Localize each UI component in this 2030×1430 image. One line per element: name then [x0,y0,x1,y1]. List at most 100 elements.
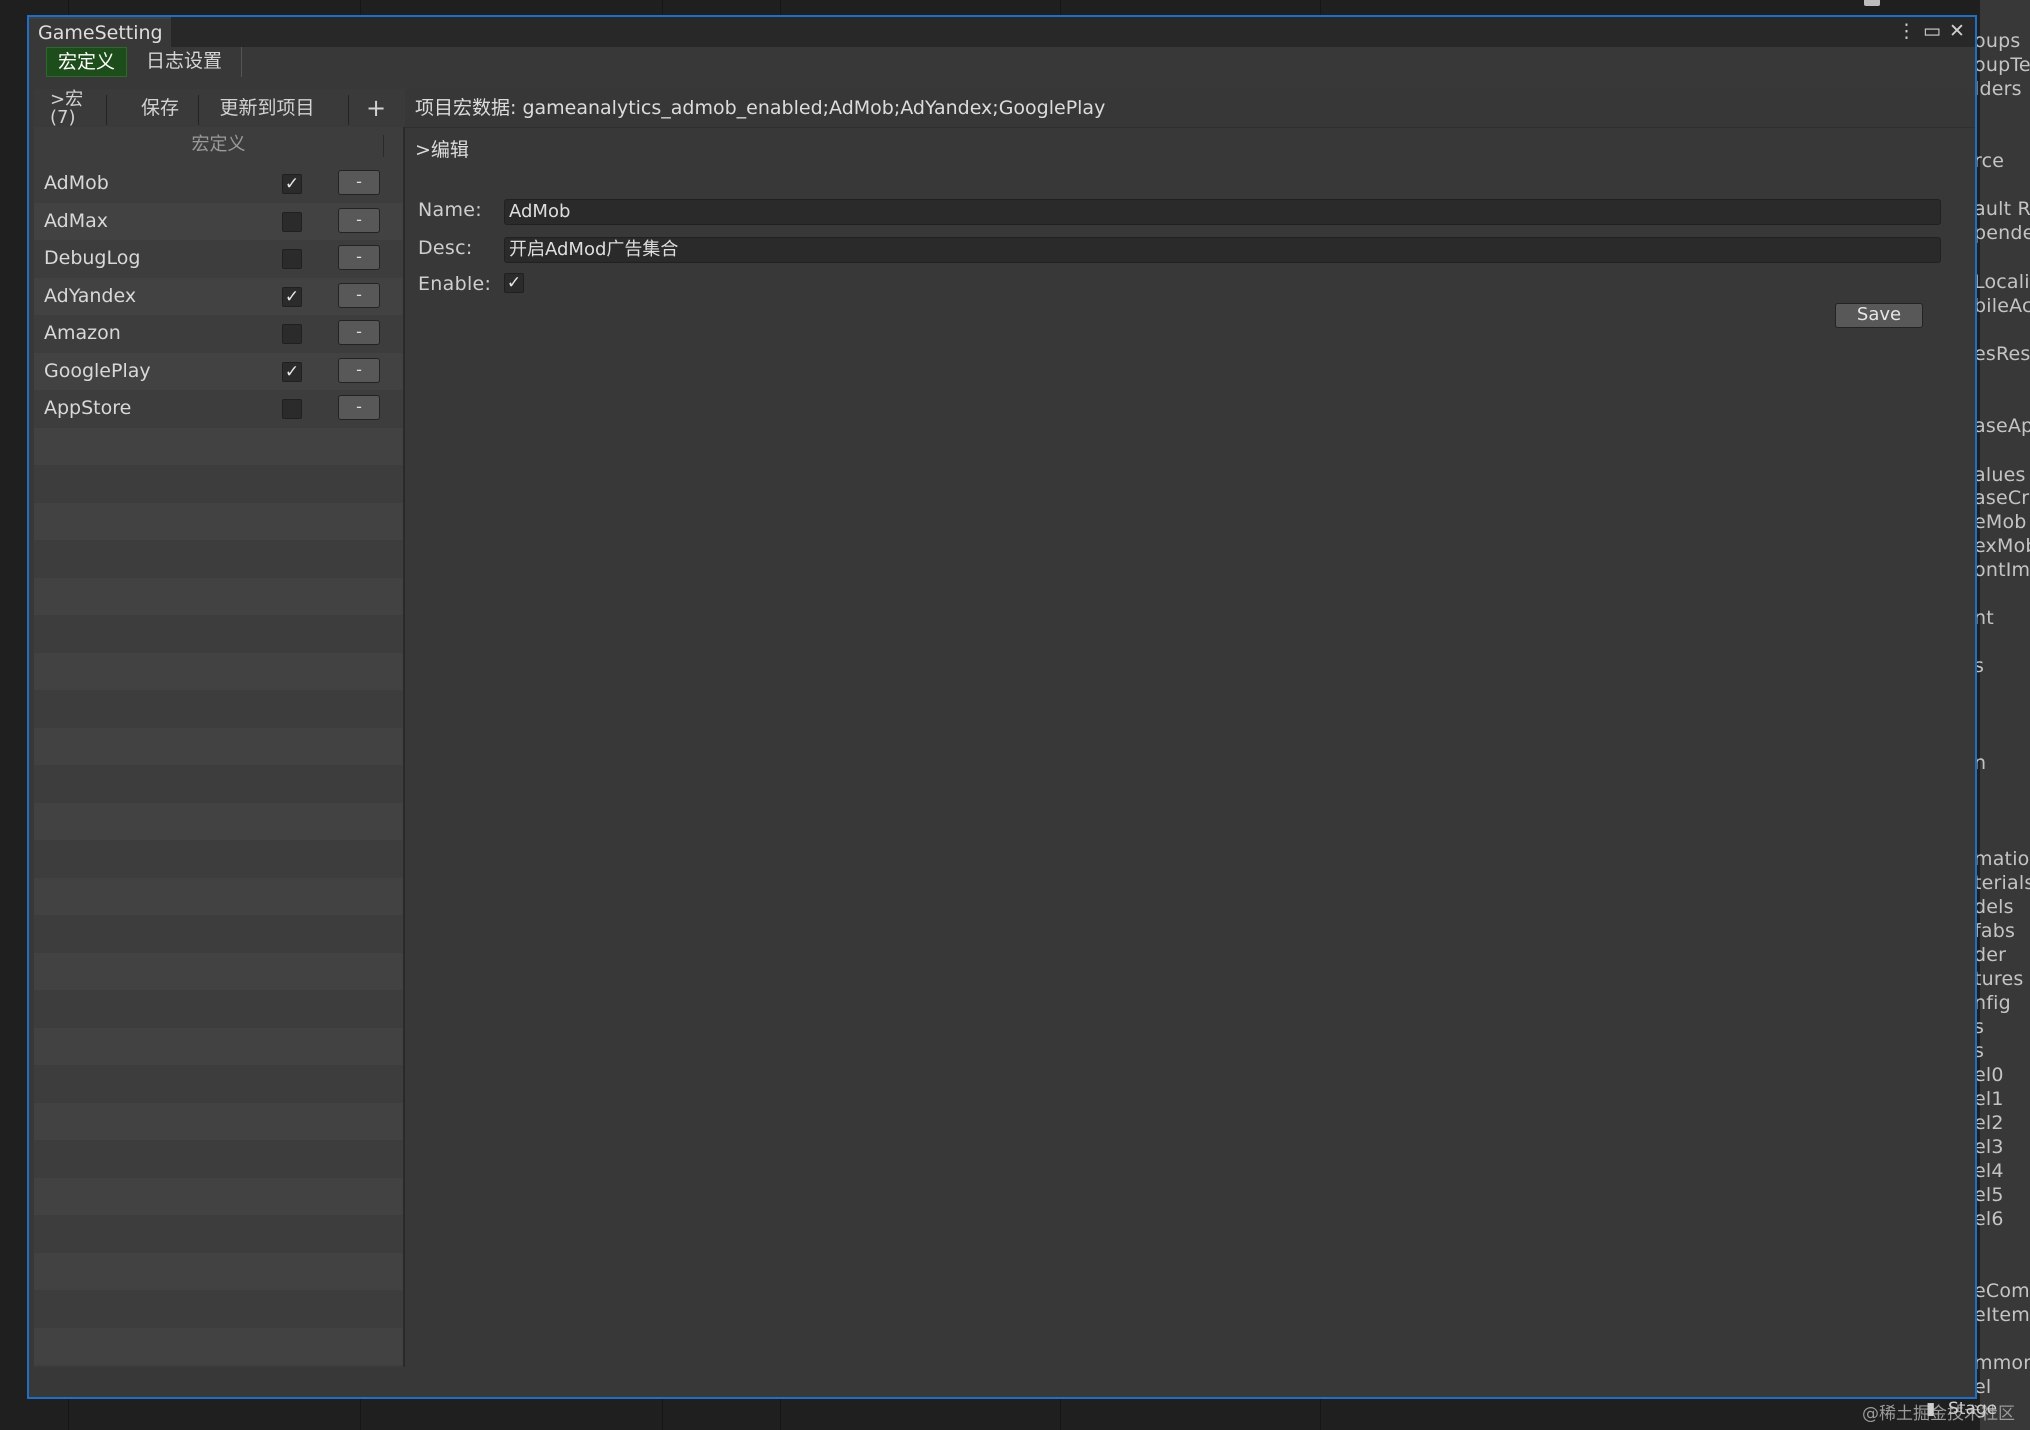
desc-field[interactable]: 开启AdMod广告集合 [504,237,1941,263]
bg-project-item: el [1974,1376,1992,1398]
window-content: 宏定义 日志设置 >宏 (7) 保存 更新到项目 + 宏定义 AdMob ✓ -… [29,47,1975,1397]
empty-row [34,690,403,728]
bg-project-item: eItem [1974,1304,2030,1326]
empty-row [34,427,403,465]
empty-row [34,1327,403,1365]
toolbar-divider [106,95,107,125]
macro-enable-checkbox[interactable]: ✓ [282,174,302,194]
remove-macro-button[interactable]: - [338,320,380,345]
menu-icon[interactable]: ⋮ [1897,20,1916,42]
empty-row [34,1027,403,1065]
empty-row [34,465,403,503]
bg-project-item: aseApp [1974,415,2030,437]
macro-sidebar: >宏 (7) 保存 更新到项目 + 宏定义 AdMob ✓ - AdMax - … [34,89,405,1367]
macro-count-number: (7) [50,107,76,128]
bg-checkbox [1864,0,1880,6]
remove-macro-button[interactable]: - [338,245,380,270]
empty-row [34,1290,403,1328]
project-macros-text: 项目宏数据: gameanalytics_admob_enabled;AdMob… [415,97,1106,119]
empty-row [34,802,403,840]
add-macro-button[interactable]: + [356,89,396,127]
list-item[interactable]: AdMob ✓ - [34,165,403,203]
empty-row [34,727,403,765]
empty-row [34,915,403,953]
list-item[interactable]: DebugLog - [34,240,403,278]
empty-row [34,540,403,578]
macro-name: AdMob [44,172,109,194]
macro-name: Amazon [44,322,121,344]
macro-toolbar: >宏 (7) 保存 更新到项目 + [34,89,405,127]
bg-project-item: aseCra [1974,487,2030,509]
macro-enable-checkbox[interactable] [282,324,302,344]
macro-enable-checkbox[interactable] [282,399,302,419]
bg-project-item: el2 [1974,1112,2004,1134]
macro-name: DebugLog [44,247,141,269]
bg-footer: @稀土掘金技术社区 ▮ Stage [1862,1399,2015,1424]
empty-row [34,652,403,690]
bg-project-item: der [1974,944,2007,966]
tab-divider [241,47,243,77]
bg-project-item: ault Re [1974,198,2030,220]
empty-row [34,615,403,653]
editor-pane: 项目宏数据: gameanalytics_admob_enabled;AdMob… [405,89,1975,1367]
bg-project-item: el0 [1974,1064,2004,1086]
empty-row [34,765,403,803]
macro-enable-checkbox[interactable]: ✓ [282,286,302,307]
window-tab[interactable]: GameSetting [29,17,171,47]
macro-name: AdMax [44,209,109,232]
macro-enable-checkbox[interactable]: ✓ [282,361,302,382]
empty-row [34,1252,403,1290]
remove-macro-button[interactable]: - [338,395,380,420]
bg-project-item: exMob [1974,535,2030,557]
list-item[interactable]: AdMax - [34,202,403,240]
bg-project-item: mation [1974,848,2030,870]
macro-list: 宏定义 AdMob ✓ - AdMax - DebugLog - AdYande… [34,127,405,1367]
bg-project-item: el4 [1974,1160,2004,1182]
update-to-project-button[interactable]: 更新到项目 [206,89,328,127]
list-item[interactable]: Amazon - [34,315,403,353]
macro-count[interactable]: >宏 (7) [50,89,100,129]
bg-project-item: ontImp [1974,559,2030,581]
empty-row [34,502,403,540]
empty-row [34,1215,403,1253]
name-label: Name: [418,199,482,221]
maximize-icon[interactable]: ▭ [1923,20,1941,42]
list-item[interactable]: GooglePlay ✓ - [34,352,403,390]
list-item[interactable]: AdYandex ✓ - [34,277,403,315]
empty-row [34,952,403,990]
remove-macro-button[interactable]: - [338,282,380,308]
macro-enable-checkbox[interactable] [282,211,302,232]
bg-project-item: terials [1974,872,2030,894]
tab-log-settings[interactable]: 日志设置 [135,47,233,77]
list-header: 宏定义 [191,134,246,155]
bg-project-item: dels [1974,896,2014,918]
tab-macro-definition[interactable]: 宏定义 [46,47,128,77]
bg-project-item: oups [1974,30,2021,52]
macro-enable-checkbox[interactable] [282,249,302,269]
enable-checkbox[interactable]: ✓ [504,273,524,293]
bg-project-item: esRes [1974,343,2030,365]
empty-row [34,1177,403,1215]
bg-folder-label: Stage [1948,1399,1998,1419]
bg-project-item: oupTe [1974,54,2030,76]
save-macro-button[interactable]: Save [1835,303,1923,328]
bg-project-item: mmon [1974,1352,2030,1374]
remove-macro-button[interactable]: - [338,207,380,233]
remove-macro-button[interactable]: - [338,357,380,383]
remove-macro-button[interactable]: - [338,170,380,195]
bg-project-item: tures [1974,968,2024,990]
bg-project-item: s [1974,1016,1985,1038]
name-field[interactable]: AdMob [504,199,1941,225]
bg-project-item: el5 [1974,1184,2004,1206]
bg-project-item: fabs [1974,920,2016,942]
save-button[interactable]: 保存 [126,89,194,127]
list-item[interactable]: AppStore - [34,390,403,428]
empty-row [34,577,403,615]
bg-project-item: el1 [1974,1088,2004,1110]
bg-project-item: eCom [1974,1280,2030,1302]
close-icon[interactable]: ✕ [1949,20,1965,42]
folder-icon: ▮ [1926,1399,1936,1419]
bg-project-item: s [1974,1040,1985,1062]
bg-project-item: s [1974,655,1985,677]
empty-row [34,1140,403,1178]
